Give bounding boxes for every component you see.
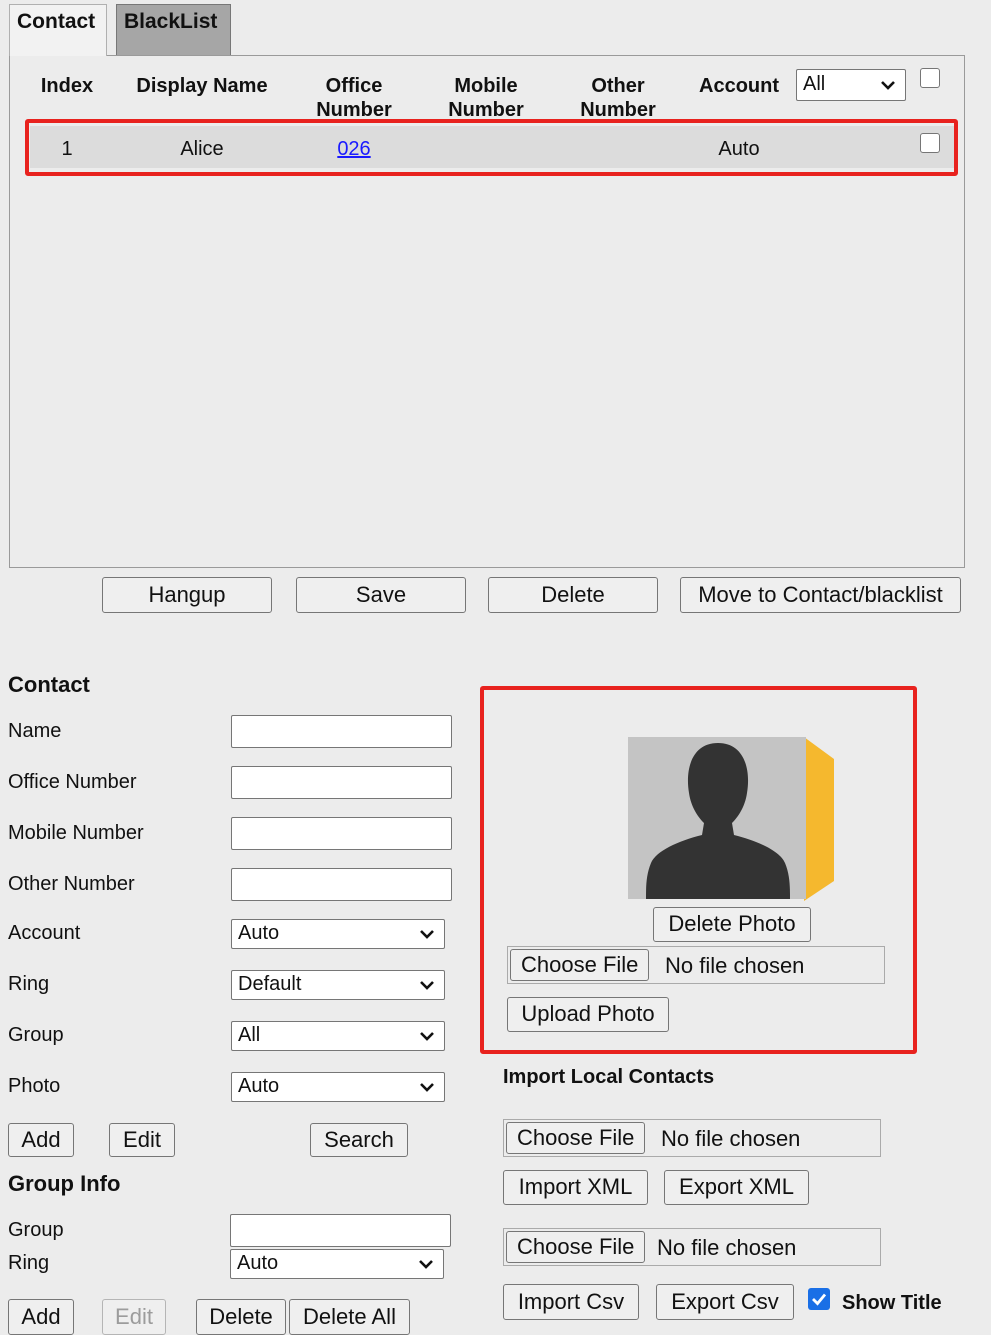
mobile-number-input[interactable] [231, 817, 452, 850]
column-header-index: Index [40, 75, 94, 97]
chevron-down-icon [881, 81, 895, 90]
search-contact-button[interactable]: Search [310, 1123, 408, 1157]
csv-file-input[interactable]: Choose File No file chosen [503, 1228, 881, 1266]
office-header-line1: Office [325, 75, 383, 97]
group-info-title: Group Info [8, 1171, 121, 1196]
photo-select-value: Auto [238, 1075, 280, 1097]
export-csv-button[interactable]: Export Csv [656, 1284, 794, 1320]
tab-blacklist[interactable]: BlackList [116, 4, 231, 56]
account-filter-value: All [803, 73, 826, 95]
group-info-group-label: Group [8, 1219, 64, 1241]
add-group-button[interactable]: Add [8, 1299, 74, 1335]
group-info-ring-label: Ring [8, 1252, 50, 1274]
contact-avatar-image [628, 737, 834, 901]
import-csv-button[interactable]: Import Csv [503, 1284, 639, 1320]
chevron-down-icon [420, 981, 434, 990]
contact-section-title: Contact [8, 672, 90, 697]
ring-select[interactable]: Default [231, 970, 445, 1000]
other-header-line1: Other [591, 75, 645, 97]
office-number-input[interactable] [231, 766, 452, 799]
chevron-down-icon [420, 930, 434, 939]
group-select-value: All [238, 1024, 261, 1046]
xml-file-input[interactable]: Choose File No file chosen [503, 1119, 881, 1157]
mobile-number-label: Mobile Number [8, 822, 144, 844]
account-filter-select[interactable]: All [796, 69, 906, 101]
move-to-contact-blacklist-button[interactable]: Move to Contact/blacklist [680, 577, 961, 613]
other-number-label: Other Number [8, 873, 135, 895]
show-title-checkbox[interactable] [808, 1288, 830, 1310]
show-title-label: Show Title [842, 1292, 942, 1314]
xml-choose-file-button[interactable]: Choose File [506, 1122, 646, 1154]
save-button[interactable]: Save [296, 577, 466, 613]
group-select[interactable]: All [231, 1021, 445, 1051]
group-ring-select[interactable]: Auto [230, 1249, 444, 1279]
account-select-value: Auto [238, 922, 280, 944]
name-input[interactable] [231, 715, 452, 748]
group-label: Group [8, 1024, 64, 1046]
delete-button[interactable]: Delete [488, 577, 658, 613]
add-contact-button[interactable]: Add [8, 1123, 74, 1157]
edit-contact-button[interactable]: Edit [109, 1123, 175, 1157]
delete-photo-button[interactable]: Delete Photo [653, 907, 811, 942]
import-xml-button[interactable]: Import XML [503, 1170, 648, 1205]
column-header-account: Account [699, 75, 779, 97]
column-header-other-number: Other Number [570, 74, 666, 122]
delete-group-button[interactable]: Delete [196, 1299, 286, 1335]
photo-choose-file-button[interactable]: Choose File [510, 949, 650, 981]
csv-file-status: No file chosen [657, 1235, 797, 1260]
account-select[interactable]: Auto [231, 919, 445, 949]
upload-photo-button[interactable]: Upload Photo [507, 997, 669, 1032]
office-number-label: Office Number [8, 771, 137, 793]
export-xml-button[interactable]: Export XML [664, 1170, 809, 1205]
tab-contact[interactable]: Contact [9, 4, 107, 56]
photo-file-status: No file chosen [665, 953, 805, 978]
column-header-office-number: Office Number [306, 74, 402, 122]
csv-choose-file-button[interactable]: Choose File [506, 1231, 646, 1263]
import-local-contacts-title: Import Local Contacts [503, 1066, 715, 1088]
name-label: Name [8, 720, 62, 742]
account-label: Account [8, 922, 81, 944]
chevron-down-icon [420, 1032, 434, 1041]
row-highlight-box [25, 119, 958, 176]
edit-group-button[interactable]: Edit [102, 1299, 166, 1335]
chevron-down-icon [420, 1083, 434, 1092]
group-ring-select-value: Auto [237, 1252, 279, 1274]
ring-label: Ring [8, 973, 50, 995]
xml-file-status: No file chosen [661, 1126, 801, 1151]
photo-select[interactable]: Auto [231, 1072, 445, 1102]
group-name-input[interactable] [230, 1214, 451, 1247]
other-number-input[interactable] [231, 868, 452, 901]
chevron-down-icon [419, 1260, 433, 1269]
select-all-checkbox[interactable] [920, 68, 940, 88]
photo-label: Photo [8, 1075, 61, 1097]
mobile-header-line1: Mobile [454, 75, 518, 97]
delete-all-groups-button[interactable]: Delete All [289, 1299, 410, 1335]
ring-select-value: Default [238, 973, 302, 995]
column-header-mobile-number: Mobile Number [438, 74, 534, 122]
column-header-display-name: Display Name [136, 75, 268, 97]
hangup-button[interactable]: Hangup [102, 577, 272, 613]
photo-file-input[interactable]: Choose File No file chosen [507, 946, 885, 984]
